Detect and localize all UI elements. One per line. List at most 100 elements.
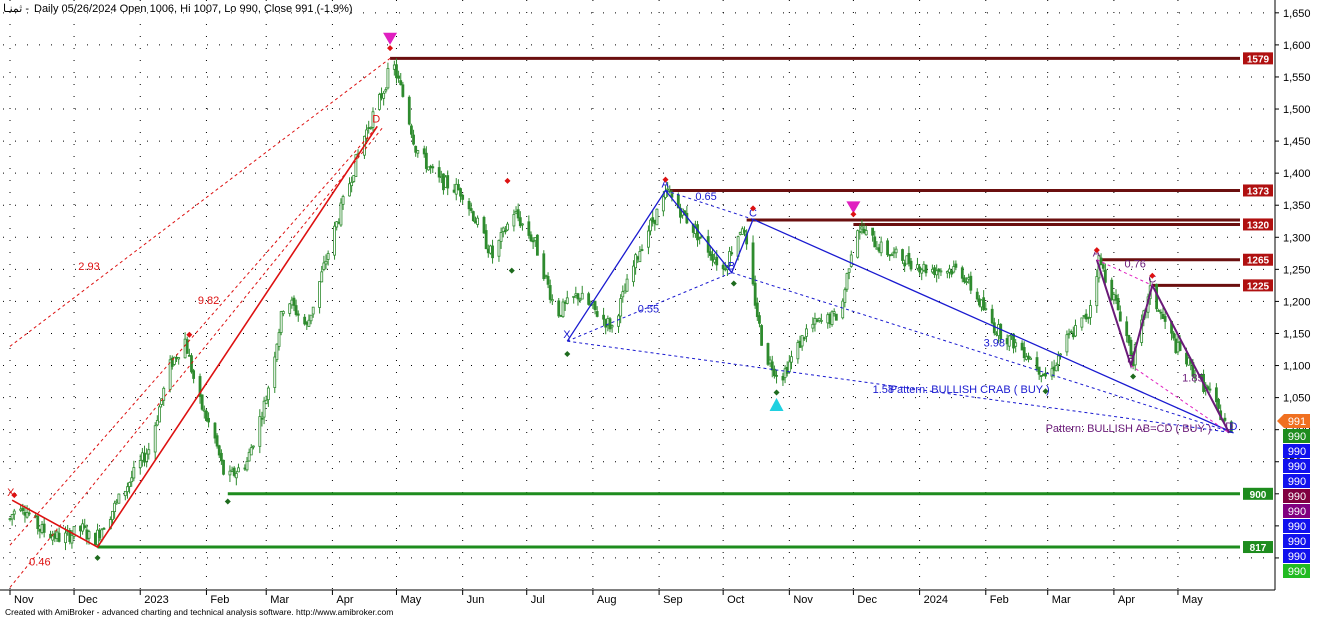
candle-body (501, 227, 505, 232)
candle-body (901, 249, 904, 261)
candle-body (187, 354, 191, 357)
candle-body (952, 266, 956, 273)
candle-body (576, 293, 580, 300)
price-chart[interactable]: 1579 1373 1320 1265 1225 900 817 X D 2.93 9.82 0.4… (0, 0, 1336, 619)
crab-pattern-label: Pattern: BULLISH CRAB ( BUY ) (890, 384, 1050, 396)
candle-body (790, 356, 793, 363)
candle-body (888, 254, 892, 257)
candle-body (980, 299, 983, 308)
candle-body (715, 256, 719, 266)
candle-body (559, 314, 563, 317)
price-badge-value: 990 (1288, 506, 1306, 518)
candle-body (53, 533, 57, 539)
candle-body (1007, 335, 1011, 347)
candle-body (623, 290, 627, 294)
candle-body (192, 370, 196, 379)
candle-body (625, 278, 629, 292)
candle-body (386, 68, 390, 89)
price-badge-value: 990 (1288, 476, 1306, 488)
candle-body (655, 208, 659, 226)
x-tick-label: Jul (531, 594, 545, 606)
candle-body (168, 359, 172, 390)
candle-body (183, 338, 187, 359)
candle-body (335, 221, 339, 228)
candle-body (138, 460, 142, 468)
candle-body (587, 293, 591, 305)
abcd-point-label: D (1225, 421, 1233, 433)
price-badge-value: 990 (1288, 551, 1306, 563)
candle-body (828, 313, 832, 325)
candle-body (367, 127, 371, 130)
candle-body (661, 196, 665, 212)
price-badge-value: 990 (1288, 491, 1306, 503)
candle-body (565, 297, 569, 304)
candle-body (805, 328, 808, 337)
candle-body (1116, 297, 1120, 311)
candle-body (117, 493, 121, 504)
candle-body (454, 183, 458, 195)
candle-body (200, 394, 204, 410)
candle-body (115, 500, 119, 503)
candle-body (410, 125, 413, 135)
candle-body (232, 467, 236, 476)
abcd-pattern-label: Pattern: BULLISH AB=CD ( BUY ) (1046, 423, 1212, 435)
candle-body (527, 221, 531, 236)
candle-body (96, 529, 99, 546)
candle-body (1163, 316, 1167, 322)
candle-body (743, 230, 746, 233)
crab-point-label: B (728, 261, 735, 273)
x-tick-label: Dec (78, 594, 98, 606)
candle-body (128, 482, 131, 487)
candle-body (1095, 276, 1099, 307)
x-tick-label: May (400, 594, 421, 606)
candle-body (147, 449, 151, 455)
candle-body (542, 253, 546, 280)
candle-body (574, 293, 578, 296)
candle-body (305, 322, 309, 325)
candle-body (977, 298, 981, 306)
candle-body (841, 300, 845, 319)
candle-body (871, 227, 875, 236)
abcd-ratio-label: 0.76 (1125, 258, 1146, 270)
candle-body (800, 335, 804, 347)
candle-body (260, 417, 264, 420)
candle-body (506, 223, 509, 231)
x-tick-label: 2023 (144, 594, 168, 606)
candle-body (1127, 334, 1131, 344)
candle-body (617, 315, 620, 327)
candle-body (395, 64, 398, 79)
candle-body (578, 298, 582, 301)
candle-body (965, 281, 968, 284)
candle-body (602, 314, 605, 320)
candle-body (1065, 334, 1069, 353)
candle-body (1024, 356, 1028, 360)
candle-body (903, 262, 907, 267)
candle-body (207, 417, 210, 423)
candle-body (87, 531, 91, 539)
y-tick-label: 1,350 (1283, 200, 1311, 212)
candle-body (51, 535, 55, 541)
candle-body (918, 266, 921, 273)
candle-body (155, 420, 159, 426)
candle-body (905, 255, 909, 265)
candle-body (1110, 279, 1114, 301)
crab-point-label: X (563, 329, 571, 341)
zigzag-point-label: D (372, 113, 380, 125)
candle-body (476, 217, 480, 225)
chart-title: Daily 05/26/2024 Open 1006, Hi 1007, Lo … (34, 3, 353, 15)
candle-body (730, 252, 734, 255)
candle-body (392, 64, 396, 70)
candle-body (873, 236, 877, 248)
candle-body (1125, 321, 1129, 337)
candle-body (281, 311, 285, 315)
candle-body (1185, 352, 1188, 365)
candle-body (311, 306, 315, 315)
candle-body (933, 267, 936, 275)
x-tick-label: Apr (336, 594, 353, 606)
candle-body (595, 311, 599, 317)
candle-body (860, 226, 864, 230)
candle-body (337, 221, 341, 224)
candle-body (288, 303, 292, 314)
candle-body (294, 305, 298, 315)
candle-body (456, 184, 460, 191)
